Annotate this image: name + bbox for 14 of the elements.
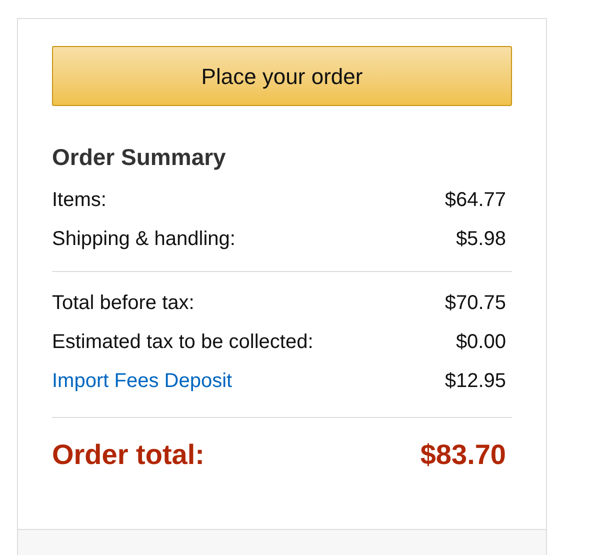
summary-amount: $0.00 [456, 330, 506, 355]
place-order-button[interactable]: Place your order [52, 46, 512, 106]
summary-label: Estimated tax to be collected: [52, 330, 314, 355]
summary-amount: $64.77 [444, 188, 506, 213]
summary-amount: $12.95 [444, 369, 506, 394]
summary-title: Order Summary [52, 143, 227, 172]
order-total-label: Order total: [52, 438, 204, 472]
order-total-amount: $83.70 [420, 438, 506, 472]
summary-amount: $5.98 [456, 227, 506, 252]
summary-amount: $70.75 [444, 291, 506, 316]
summary-label: Items: [52, 188, 106, 213]
summary-label: Total before tax: [52, 291, 194, 316]
summary-label: Shipping & handling: [52, 227, 236, 252]
import-fees-link[interactable]: Import Fees Deposit [52, 366, 232, 396]
